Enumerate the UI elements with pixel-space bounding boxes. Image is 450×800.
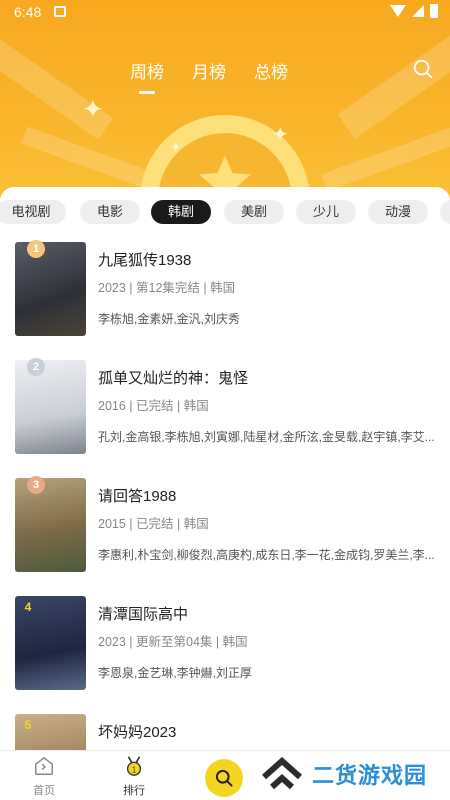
chip-movies[interactable]: 电影 [80,200,140,224]
rank-badge: 5 [24,718,32,732]
watermark-text: 二货游戏园 [312,763,428,788]
medal-icon: 1 [126,756,142,776]
nav-ranking-label: 排行 [123,785,145,797]
poster-image [15,242,86,336]
list-item[interactable]: 3 请回答1988 2015 | 已完结 | 韩国 李惠利,朴宝剑,柳俊烈,高庚… [0,476,450,578]
content-panel: 电视剧 电影 韩剧 美剧 少儿 动漫 1 九尾狐传1938 2023 | 第12… [0,187,450,750]
category-chips: 电视剧 电影 韩剧 美剧 少儿 动漫 [0,200,450,226]
item-meta: 2016 | 已完结 | 韩国 [98,399,209,413]
list-item[interactable]: 2 孤单又灿烂的神：鬼怪 2016 | 已完结 | 韩国 孔刘,金高银,李栋旭,… [0,358,450,460]
header-banner: ✦ ✦ ✦ [0,0,450,215]
item-title: 清潭国际高中 [98,606,189,623]
search-icon [215,769,233,787]
search-button[interactable] [205,759,243,797]
tab-monthly[interactable]: 月榜 [192,58,226,91]
item-title: 孤单又灿烂的神：鬼怪 [98,370,249,387]
item-meta: 2023 | 更新至第04集 | 韩国 [98,635,248,649]
item-title: 坏妈妈2023 [98,724,177,741]
logo-chevron-icon [262,757,302,790]
rank-badge: 2 [27,358,45,376]
list-item[interactable]: 4 清潭国际高中 2023 | 更新至第04集 | 韩国 李恩泉,金艺琳,李钟爀… [0,596,450,696]
poster-image [15,360,86,454]
battery-icon [430,4,438,18]
search-icon[interactable] [412,58,434,80]
item-cast: 李惠利,朴宝剑,柳俊烈,高庚杓,成东日,李一花,金成钧,罗美兰,李... [98,548,435,562]
list-item[interactable]: 1 九尾狐传1938 2023 | 第12集完结 | 韩国 李栋旭,金素妍,金汎… [0,240,450,342]
item-meta: 2023 | 第12集完结 | 韩国 [98,281,236,295]
sparkle-icon: ✦ [170,139,182,155]
chip-us-drama[interactable]: 美剧 [224,200,284,224]
item-cast: 李栋旭,金素妍,金汎,刘庆秀 [98,312,241,326]
image-notification-icon [54,6,66,17]
tab-all-time[interactable]: 总榜 [254,58,288,91]
item-title: 请回答1988 [98,488,177,505]
item-title: 九尾狐传1938 [98,252,192,269]
chip-kids[interactable]: 少儿 [296,200,356,224]
status-bar: 6:48 [0,0,450,24]
poster-image [15,478,86,572]
chip-anime[interactable]: 动漫 [368,200,428,224]
item-cast: 李恩泉,金艺琳,李钟爀,刘正厚 [98,666,253,680]
chip-more[interactable] [440,200,450,224]
watermark-logo: 二货游戏园 [260,757,427,791]
rank-badge: 1 [27,240,45,258]
rank-badge: 3 [27,476,45,494]
item-meta: 2015 | 已完结 | 韩国 [98,517,209,531]
signal-icon [412,5,424,17]
nav-ranking[interactable]: 1 排行 [104,755,164,798]
status-time: 6:48 [14,4,42,20]
sparkle-icon: ✦ [82,94,104,124]
home-icon [35,756,53,775]
nav-home[interactable]: 首页 [14,755,74,798]
wifi-icon [390,5,406,17]
sparkle-icon: ✦ [272,124,289,146]
svg-text:1: 1 [132,765,137,774]
nav-home-label: 首页 [33,785,55,797]
tab-weekly[interactable]: 周榜 [130,58,164,91]
chip-tv-series[interactable]: 电视剧 [0,200,66,224]
chip-korean-drama[interactable]: 韩剧 [151,200,211,224]
rank-badge: 4 [24,600,32,614]
list-item[interactable]: 5 坏妈妈2023 [0,714,450,750]
item-cast: 孔刘,金高银,李栋旭,刘寅娜,陆星材,金所泫,金旻载,赵宇镇,李艾... [98,430,435,444]
ranking-period-tabs: 周榜 月榜 总榜 [130,58,288,91]
bottom-nav: 首页 1 排行 二货游戏园 [0,750,450,800]
